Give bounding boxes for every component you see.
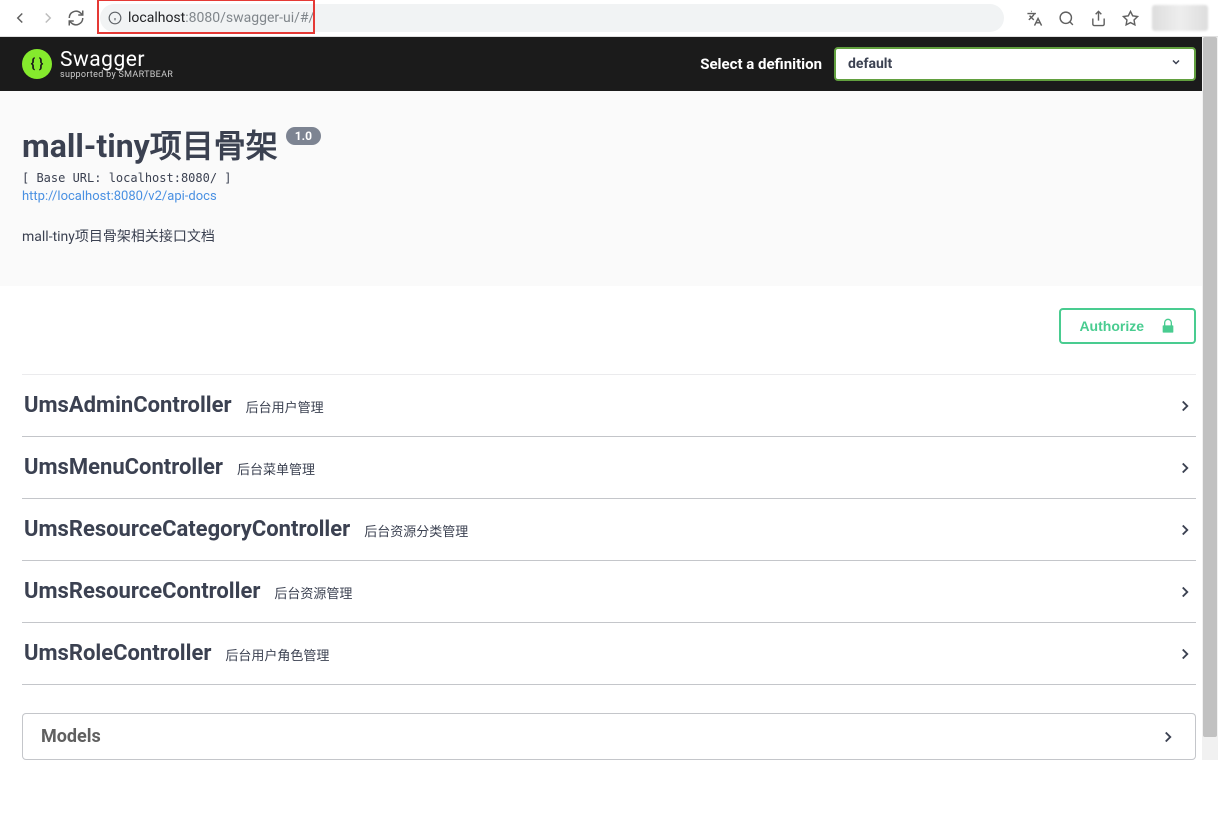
- api-info-section: mall-tiny项目骨架 1.0 [ Base URL: localhost:…: [0, 91, 1218, 286]
- lock-icon: [1160, 318, 1176, 334]
- models-section[interactable]: Models: [22, 713, 1196, 760]
- swagger-logo-text: Swagger: [60, 48, 145, 72]
- chevron-down-icon: [1170, 56, 1182, 72]
- swagger-logo-subtext: supported by SMARTBEAR: [60, 70, 173, 80]
- api-version-badge: 1.0: [286, 127, 321, 145]
- tag-row[interactable]: UmsResourceCategoryController 后台资源分类管理: [22, 499, 1196, 561]
- tag-name: UmsMenuController: [24, 455, 223, 480]
- profile-avatar[interactable]: [1152, 5, 1208, 31]
- base-url: [ Base URL: localhost:8080/ ]: [22, 171, 1196, 185]
- swagger-topbar: { } Swagger supported by SMARTBEAR Selec…: [0, 37, 1218, 91]
- tag-description: 后台菜单管理: [237, 459, 315, 478]
- tag-name: UmsResourceController: [24, 579, 260, 604]
- swagger-logo-icon: { }: [22, 49, 52, 79]
- definition-selected: default: [848, 56, 892, 72]
- chevron-right-icon: [1176, 521, 1194, 539]
- chevron-right-icon: [1176, 583, 1194, 601]
- definition-select[interactable]: default: [834, 47, 1196, 81]
- forward-icon[interactable]: [38, 8, 58, 28]
- tag-description: 后台用户管理: [246, 397, 324, 416]
- back-icon[interactable]: [10, 8, 30, 28]
- tag-description: 后台用户角色管理: [225, 645, 329, 664]
- translate-icon[interactable]: [1024, 8, 1044, 28]
- api-description: mall-tiny项目骨架相关接口文档: [22, 226, 1196, 246]
- reload-icon[interactable]: [66, 8, 86, 28]
- api-title: mall-tiny项目骨架: [22, 121, 278, 167]
- scrollbar-vertical[interactable]: [1202, 37, 1218, 760]
- tag-row[interactable]: UmsAdminController 后台用户管理: [22, 374, 1196, 437]
- scrollbar-thumb[interactable]: [1203, 37, 1217, 737]
- tag-row[interactable]: UmsMenuController 后台菜单管理: [22, 437, 1196, 499]
- api-docs-link[interactable]: http://localhost:8080/v2/api-docs: [22, 189, 217, 204]
- models-title: Models: [41, 726, 101, 747]
- swagger-logo[interactable]: { } Swagger supported by SMARTBEAR: [22, 48, 173, 80]
- url-bar[interactable]: localhost:8080/swagger-ui/#/: [100, 4, 1004, 32]
- site-info-icon[interactable]: [108, 11, 122, 25]
- tag-row[interactable]: UmsResourceController 后台资源管理: [22, 561, 1196, 623]
- definition-label: Select a definition: [700, 55, 822, 73]
- tag-description: 后台资源管理: [274, 583, 352, 602]
- tag-description: 后台资源分类管理: [364, 521, 468, 540]
- authorize-button-label: Authorize: [1079, 318, 1144, 334]
- chevron-right-icon: [1159, 728, 1177, 746]
- chevron-right-icon: [1176, 397, 1194, 415]
- url-text: localhost:8080/swagger-ui/#/: [128, 10, 314, 26]
- chevron-right-icon: [1176, 645, 1194, 663]
- star-icon[interactable]: [1120, 8, 1140, 28]
- tag-name: UmsRoleController: [24, 641, 211, 666]
- chevron-right-icon: [1176, 459, 1194, 477]
- tag-name: UmsAdminController: [24, 393, 232, 418]
- authorize-button[interactable]: Authorize: [1059, 308, 1196, 344]
- tag-row[interactable]: UmsRoleController 后台用户角色管理: [22, 623, 1196, 685]
- zoom-icon[interactable]: [1056, 8, 1076, 28]
- share-icon[interactable]: [1088, 8, 1108, 28]
- tag-name: UmsResourceCategoryController: [24, 517, 350, 542]
- browser-toolbar: localhost:8080/swagger-ui/#/: [0, 0, 1218, 37]
